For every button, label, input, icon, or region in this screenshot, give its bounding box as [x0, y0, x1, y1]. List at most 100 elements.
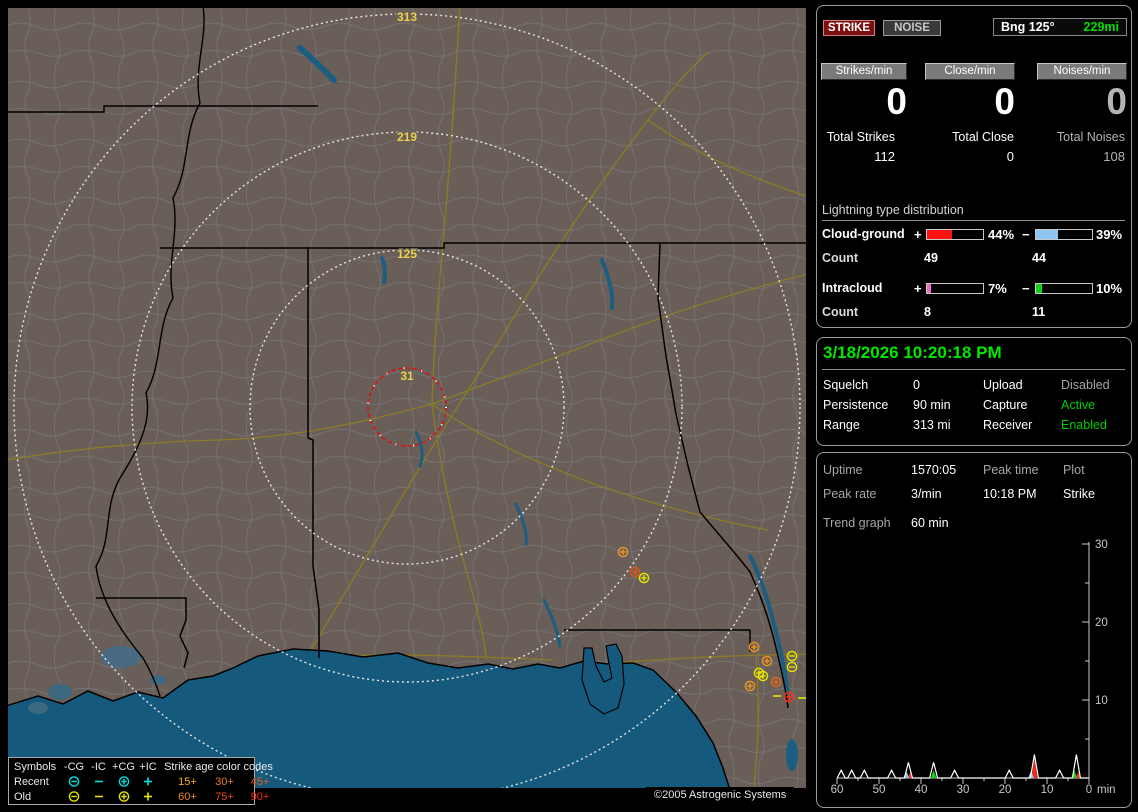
noises-per-min-button[interactable]: Noises/min	[1037, 63, 1127, 80]
squelch-value: 0	[913, 378, 920, 392]
legend-age-header: Strike age color codes	[164, 760, 273, 773]
strike-rate-trend-chart: 10 20 30 60 50 40 30 20 10 0 min	[831, 539, 1116, 796]
cg-plus-percent: 44%	[988, 227, 1015, 242]
ic-plus-bar	[926, 283, 984, 294]
legend-row-old-label: Old	[14, 790, 32, 803]
ic-plus-count: 8	[924, 305, 931, 319]
divider	[822, 369, 1125, 370]
svg-text:min: min	[1097, 784, 1116, 796]
ring-label-31: 31	[400, 369, 414, 383]
strikes-per-min-button[interactable]: Strikes/min	[821, 63, 907, 80]
pos-cg-recent-icon	[111, 775, 136, 788]
strikes-per-min-value: 0	[886, 81, 907, 122]
age-code-75: 75+	[215, 790, 234, 803]
strike-mode-button[interactable]: STRIKE	[823, 20, 875, 36]
strike-counter-panel: STRIKE NOISE Bng 125° 229mi Strikes/min …	[816, 5, 1132, 328]
svg-text:20: 20	[1095, 617, 1108, 629]
current-datetime: 3/18/2026 10:20:18 PM	[823, 343, 1002, 362]
neg-ic-recent-icon	[86, 775, 111, 788]
intracloud-label: Intracloud	[822, 281, 883, 295]
plus-sign: +	[914, 227, 922, 242]
plot-mode-value: Strike	[1063, 487, 1095, 501]
range-label: Range	[823, 418, 860, 432]
legend-col-pcg: +CG	[112, 760, 135, 773]
age-code-30: 30+	[215, 775, 234, 788]
cg-plus-count: 49	[924, 251, 938, 265]
svg-text:30: 30	[1095, 539, 1108, 551]
ring-label-125: 125	[397, 247, 417, 261]
total-noises-label: Total Noises	[1056, 130, 1125, 144]
svg-text:60: 60	[831, 784, 844, 796]
age-code-45: 45+	[250, 775, 270, 788]
svg-text:50: 50	[873, 784, 886, 796]
uptime-label: Uptime	[823, 463, 863, 477]
distribution-title: Lightning type distribution	[822, 203, 1125, 221]
squelch-label: Squelch	[823, 378, 869, 392]
pos-ic-old-icon	[136, 790, 160, 803]
total-close-label: Total Close	[952, 130, 1014, 144]
receiver-label: Receiver	[983, 418, 1033, 432]
cg-count-label: Count	[822, 251, 859, 265]
pos-ic-recent-icon	[136, 775, 160, 788]
svg-text:40: 40	[915, 784, 928, 796]
upload-label: Upload	[983, 378, 1023, 392]
ic-minus-bar	[1035, 283, 1093, 294]
legend-col-ncg: -CG	[63, 760, 85, 773]
peak-rate-value: 3/min	[911, 487, 942, 501]
cg-minus-count: 44	[1032, 251, 1046, 265]
copyright-notice: ©2005 Astrogenic Systems	[646, 787, 795, 804]
total-strikes-label: Total Strikes	[826, 130, 895, 144]
bearing-distance: 229mi	[1083, 20, 1119, 34]
cg-minus-bar	[1035, 229, 1093, 240]
capture-label: Capture	[983, 398, 1028, 412]
minus-sign: −	[1022, 281, 1030, 296]
ring-label-219: 219	[397, 130, 417, 144]
neg-ic-old-icon	[86, 790, 111, 803]
total-noises-value: 108	[1103, 149, 1125, 164]
legend-symbols-header: Symbols	[14, 760, 57, 773]
age-code-15: 15+	[178, 775, 197, 788]
range-value: 313 mi	[913, 418, 951, 432]
age-code-60: 60+	[178, 790, 197, 803]
cg-plus-bar	[926, 229, 984, 240]
lightning-map[interactable]: 313 219 125 31 Symbols -CG -IC +CG +IC S…	[8, 8, 806, 805]
neg-cg-recent-icon	[62, 775, 86, 788]
legend-row-recent-label: Recent	[14, 775, 49, 788]
status-panel: 3/18/2026 10:20:18 PM Squelch 0 Upload D…	[816, 337, 1132, 446]
statistics-trend-panel: Uptime 1570:05 Peak time Plot Peak rate …	[816, 452, 1132, 808]
trend-graph-label: Trend graph	[823, 516, 891, 530]
neg-cg-old-icon	[62, 790, 86, 803]
persistence-label: Persistence	[823, 398, 889, 412]
map-canvas: 313 219 125 31	[8, 8, 806, 788]
trend-graph-window: 60 min	[911, 516, 949, 530]
minus-sign: −	[1022, 227, 1030, 242]
close-per-min-button[interactable]: Close/min	[925, 63, 1015, 80]
receiver-status: Enabled	[1061, 418, 1107, 432]
peak-rate-label: Peak rate	[823, 487, 877, 501]
ic-count-label: Count	[822, 305, 859, 319]
plot-label: Plot	[1063, 463, 1085, 477]
svg-text:0: 0	[1086, 784, 1092, 796]
noise-mode-button[interactable]: NOISE	[883, 20, 941, 36]
legend-col-nic: -IC	[91, 760, 106, 773]
ring-label-313: 313	[397, 10, 417, 24]
total-close-value: 0	[1006, 149, 1014, 164]
cloud-ground-label: Cloud-ground	[822, 227, 905, 241]
peak-time-value: 10:18 PM	[983, 487, 1037, 501]
ic-minus-count: 11	[1032, 305, 1046, 319]
upload-status: Disabled	[1061, 378, 1110, 392]
svg-text:10: 10	[1041, 784, 1054, 796]
ic-plus-percent: 7%	[988, 281, 1007, 296]
cg-minus-percent: 39%	[1096, 227, 1123, 242]
svg-text:10: 10	[1095, 695, 1108, 707]
age-code-90: 90+	[250, 790, 270, 803]
svg-text:20: 20	[999, 784, 1012, 796]
symbol-legend: Symbols -CG -IC +CG +IC Strike age color…	[8, 757, 273, 805]
ic-minus-percent: 10%	[1096, 281, 1123, 296]
peak-time-label: Peak time	[983, 463, 1039, 477]
pos-cg-old-icon	[111, 790, 136, 803]
legend-col-pic: +IC	[139, 760, 157, 773]
svg-text:30: 30	[957, 784, 970, 796]
close-per-min-value: 0	[994, 81, 1015, 122]
plus-sign: +	[914, 281, 922, 296]
